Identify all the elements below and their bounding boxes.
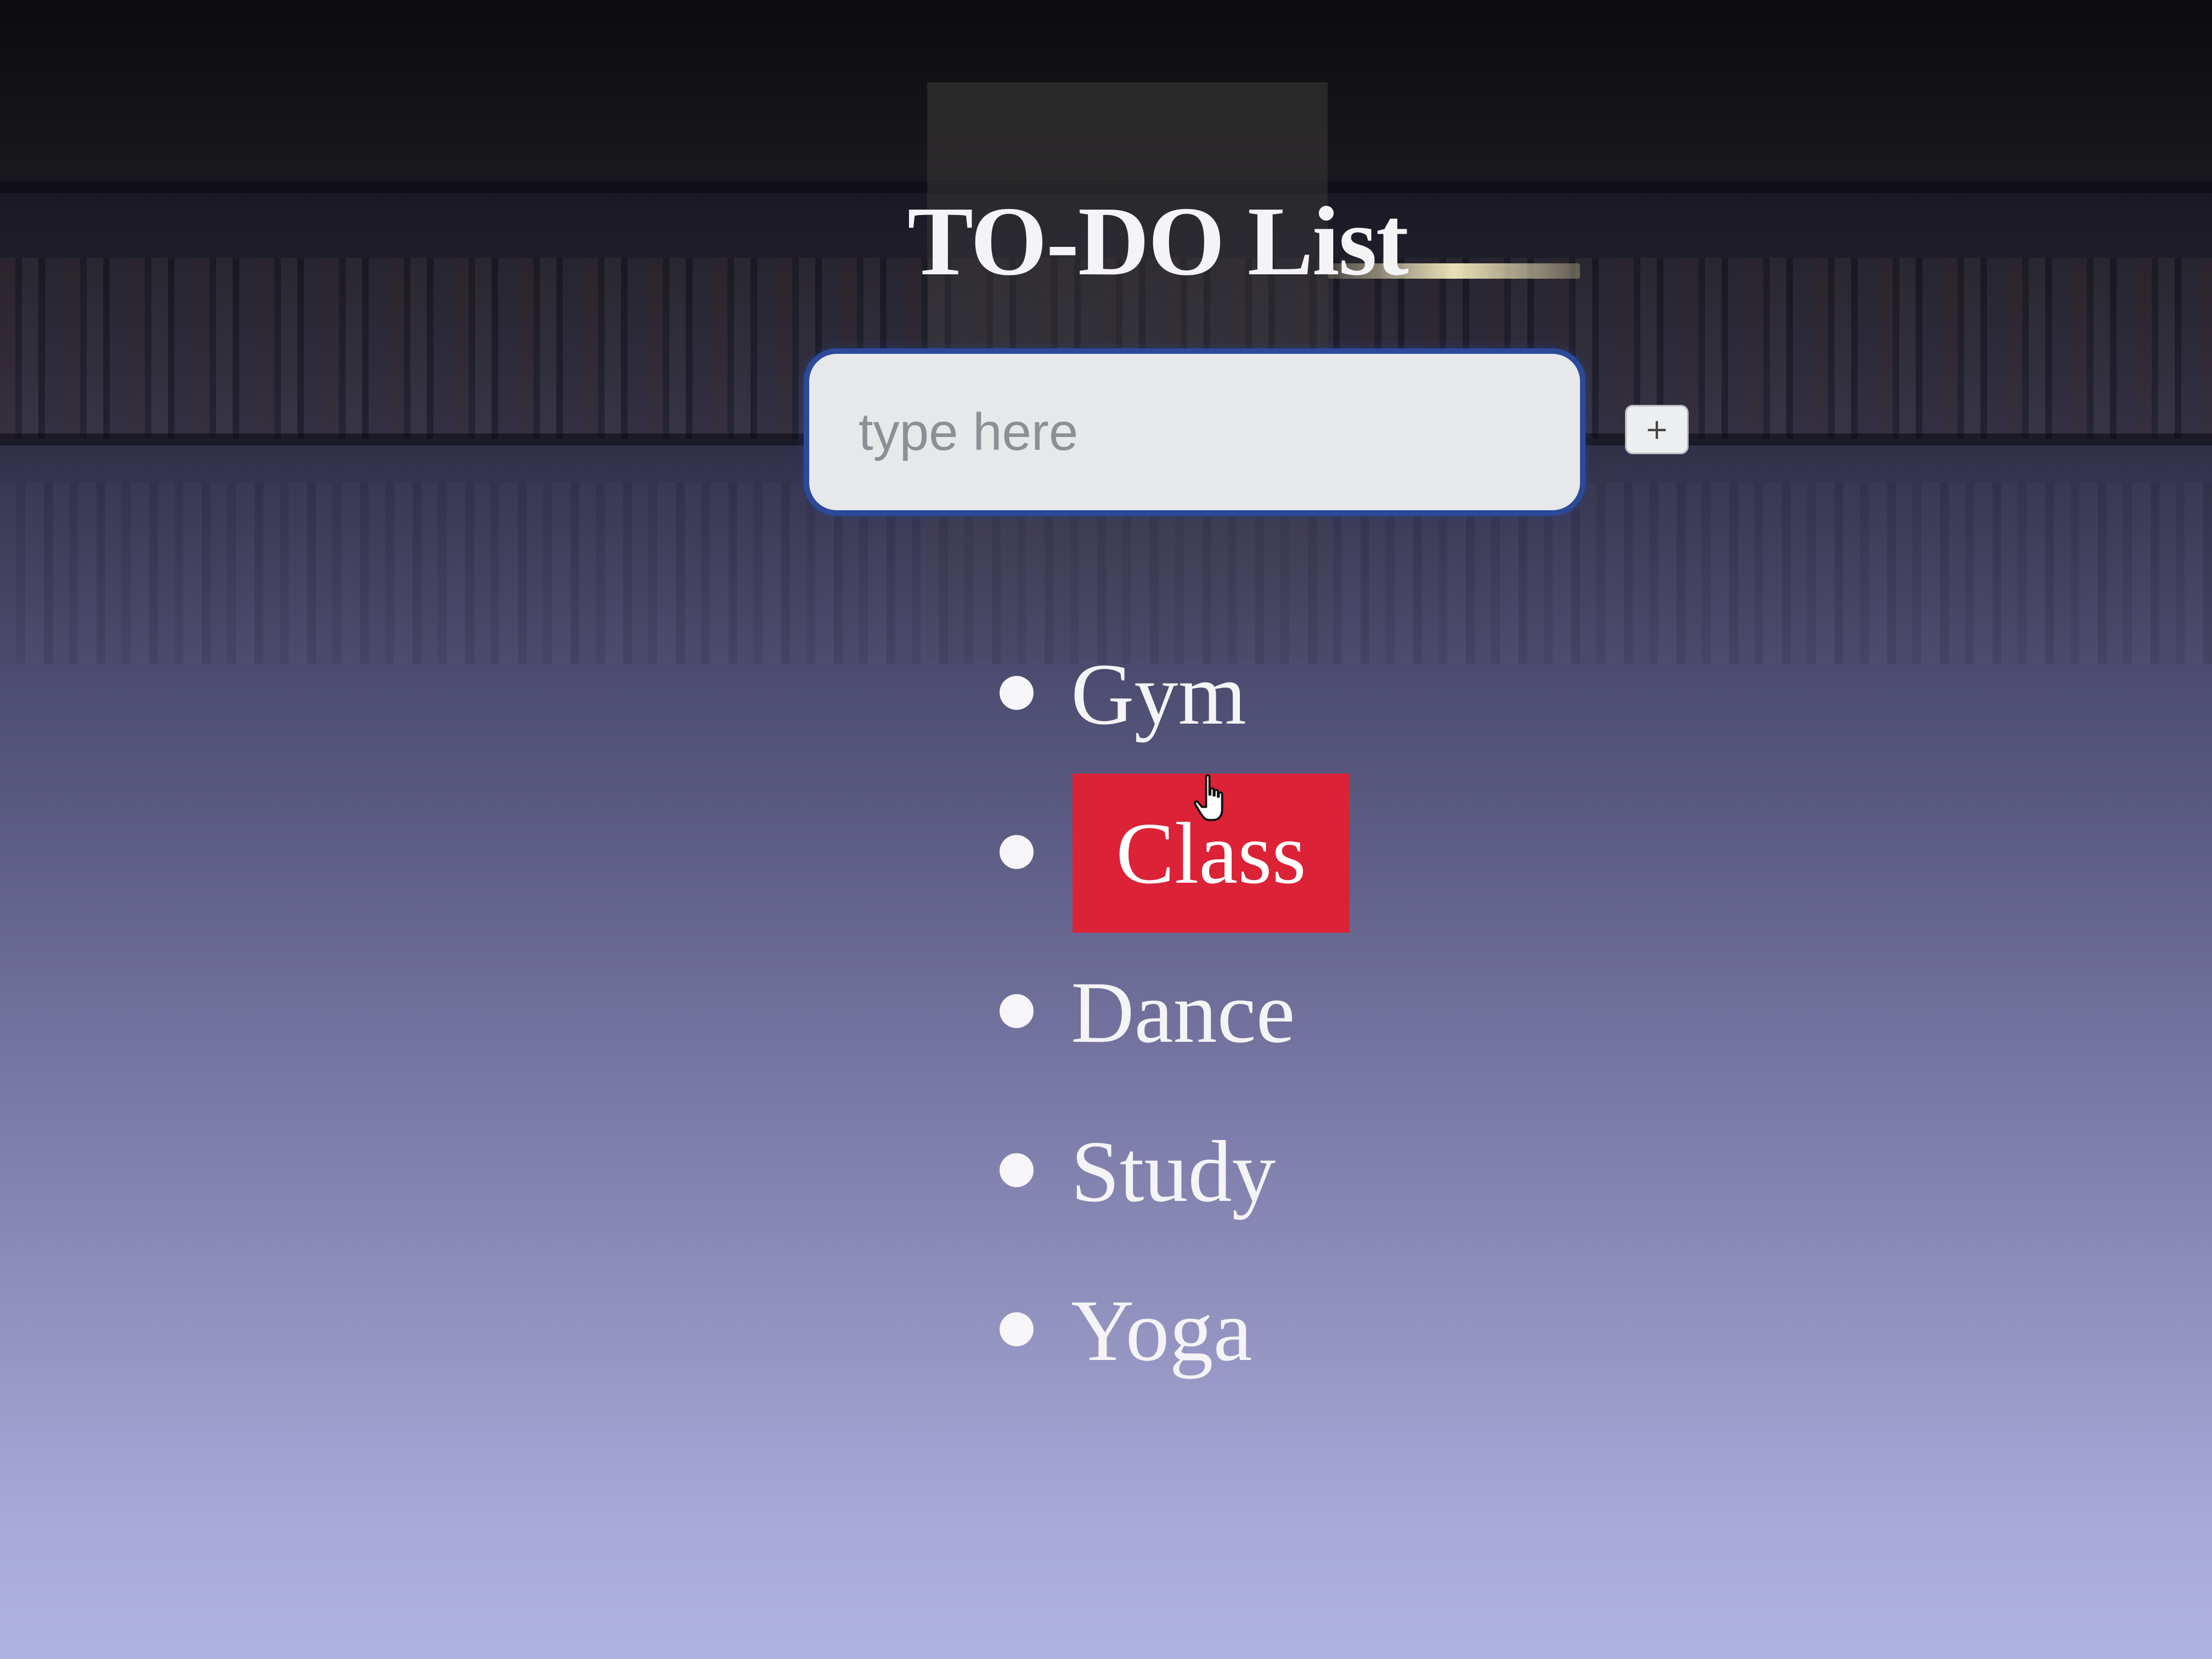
bullet-icon <box>1000 1312 1034 1346</box>
list-item: Study <box>977 1092 1470 1251</box>
bullet-icon <box>1000 1153 1034 1187</box>
list-item: Gym <box>977 614 1470 774</box>
bullet-icon <box>1000 994 1034 1028</box>
todo-item-hover-highlight[interactable]: Class <box>1073 774 1350 933</box>
add-todo-button[interactable]: + <box>1625 405 1689 454</box>
todo-item-label[interactable]: Dance <box>1071 966 1295 1059</box>
todo-input[interactable] <box>809 354 1580 510</box>
todo-app: TO-DO List + Gym Class Dance Study Yoga <box>0 0 2212 1659</box>
todo-item-label[interactable]: Gym <box>1071 647 1246 741</box>
todo-item-label[interactable]: Class <box>1073 806 1350 900</box>
bullet-icon <box>1000 835 1034 869</box>
bullet-icon <box>1000 676 1034 710</box>
todo-input-wrapper <box>804 348 1585 516</box>
todo-list: Gym Class Dance Study Yoga <box>977 614 1470 1410</box>
list-item: Class <box>977 774 1470 933</box>
page-title: TO-DO List <box>907 187 1409 296</box>
list-item: Dance <box>977 933 1470 1092</box>
todo-item-label[interactable]: Study <box>1071 1125 1276 1218</box>
list-item: Yoga <box>977 1251 1470 1410</box>
todo-item-label[interactable]: Yoga <box>1071 1284 1252 1377</box>
